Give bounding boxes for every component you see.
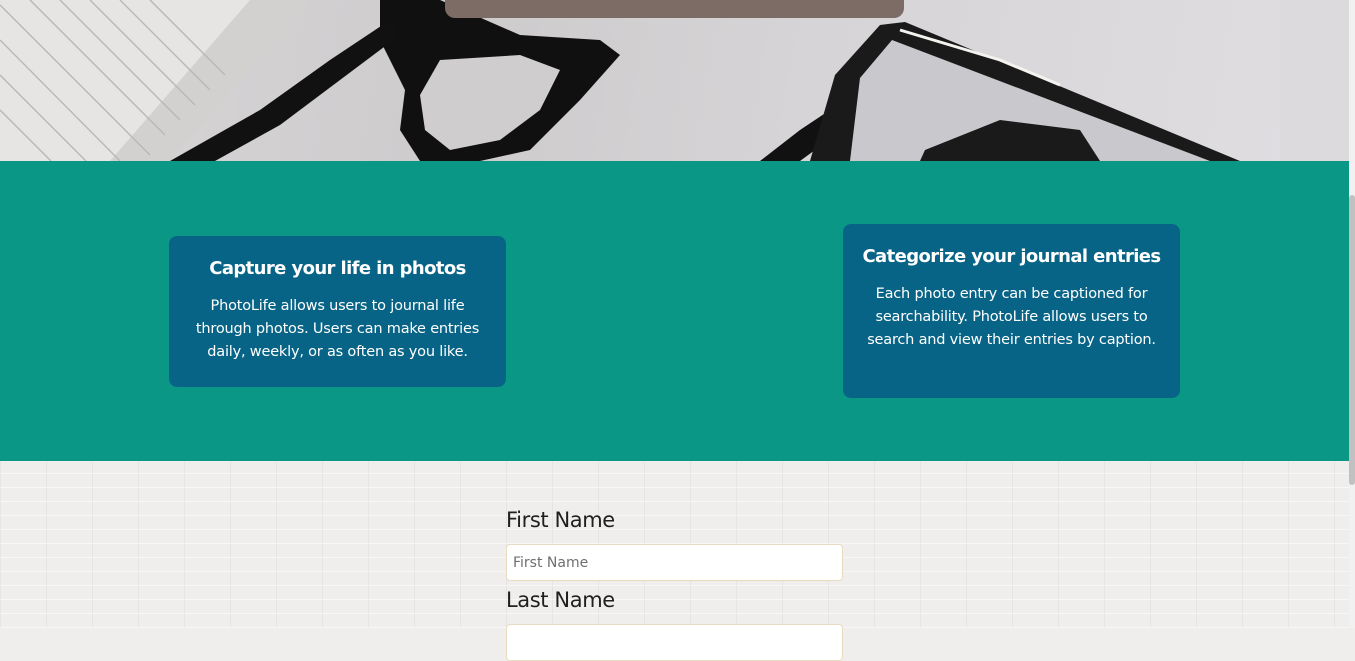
signup-form: First Name Last Name <box>0 461 1349 661</box>
feature-card-title: Capture your life in photos <box>209 258 466 279</box>
scrollbar-thumb[interactable] <box>1349 195 1355 485</box>
last-name-input[interactable] <box>506 624 843 661</box>
feature-card-text: Each photo entry can be captioned for se… <box>867 286 1156 348</box>
last-name-label: Last Name <box>506 588 615 612</box>
feature-card-capture: Capture your life in photos PhotoLife al… <box>169 236 506 387</box>
feature-card-title: Categorize your journal entries <box>862 246 1161 267</box>
hero-caption-panel <box>445 0 904 18</box>
features-section: Capture your life in photos PhotoLife al… <box>0 161 1349 461</box>
page-scrollbar[interactable] <box>1349 0 1355 628</box>
first-name-label: First Name <box>506 508 615 532</box>
feature-card-categorize: Categorize your journal entries Each pho… <box>843 224 1180 398</box>
hero-photo <box>0 0 1349 161</box>
hero-banner <box>0 0 1349 161</box>
feature-card-text: PhotoLife allows users to journal life t… <box>195 298 480 360</box>
first-name-input[interactable] <box>506 544 843 581</box>
